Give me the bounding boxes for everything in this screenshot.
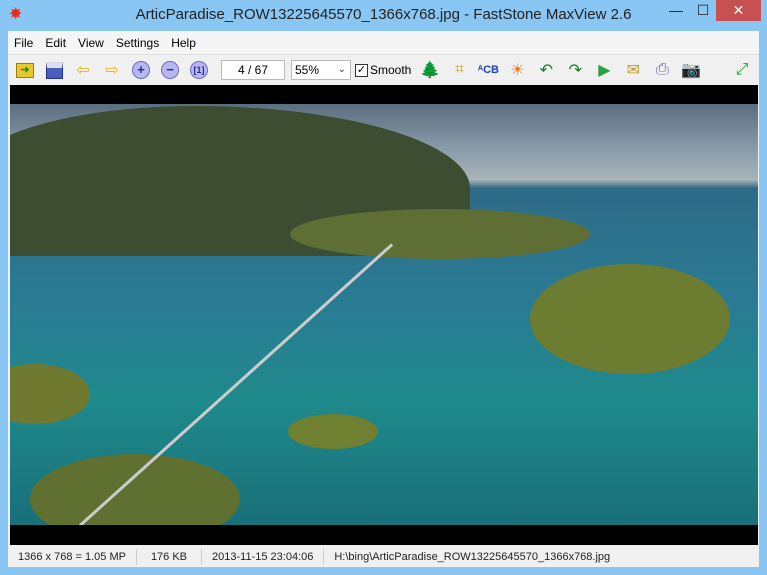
window-title: ArticParadise_ROW13225645570_1366x768.jp… (135, 6, 632, 23)
client-area: File Edit View Settings Help ➜ ⇦ ⇨ + − [… (8, 31, 759, 567)
crop-icon[interactable]: ⌗ (446, 58, 472, 82)
rotate-left-90-icon[interactable]: ↶ (533, 58, 559, 82)
status-dimensions: 1366 x 768 = 1.05 MP (8, 548, 137, 565)
next-arrow-icon[interactable]: ⇨ (99, 58, 125, 82)
chevron-down-icon: ⌄ (337, 64, 346, 75)
close-button[interactable]: ✕ (716, 0, 761, 21)
page-number-field[interactable]: 4 / 67 (221, 60, 285, 80)
island (30, 454, 240, 525)
status-bar: 1366 x 768 = 1.05 MP 176 KB 2013-11-15 2… (8, 546, 759, 567)
island (10, 364, 90, 424)
island (290, 209, 590, 259)
previous-arrow-icon[interactable]: ⇦ (70, 58, 96, 82)
menu-help[interactable]: Help (165, 36, 202, 50)
menu-settings[interactable]: Settings (110, 36, 165, 50)
zoom-value: 55% (295, 63, 320, 77)
menu-view[interactable]: View (72, 36, 110, 50)
slideshow-icon[interactable]: ▶ (591, 58, 617, 82)
toolbar: ➜ ⇦ ⇨ + − [1] 4 / 67 55% ⌄ ✓ Smooth 🌲 ⌗ ᴬC… (8, 56, 759, 84)
minimize-button[interactable]: — (663, 0, 689, 21)
title-bar: ✸ ArticParadise_ROW13225645570_1366x768.… (0, 0, 767, 30)
status-path: H:\bing\ArticParadise_ROW13225645570_136… (334, 550, 611, 563)
smooth-label: Smooth (370, 63, 412, 77)
actual-size-icon[interactable]: [1] (186, 58, 212, 82)
fullscreen-icon[interactable]: ⤢ (729, 58, 755, 82)
menu-edit[interactable]: Edit (39, 36, 72, 50)
zoom-out-icon[interactable]: − (157, 58, 183, 82)
island (530, 264, 730, 374)
rotate-right-90-icon[interactable]: ↷ (562, 58, 588, 82)
print-icon[interactable]: ⎙ (649, 58, 675, 82)
open-folder-icon[interactable]: ➜ (12, 58, 38, 82)
resize-icon[interactable]: 🌲 (417, 58, 443, 82)
email-icon[interactable]: ✉ (620, 58, 646, 82)
save-icon[interactable] (41, 58, 67, 82)
brightness-icon[interactable]: ☀ (504, 58, 530, 82)
image-viewer[interactable] (10, 85, 758, 545)
status-date: 2013-11-15 23:04:06 (202, 548, 325, 565)
zoom-select[interactable]: 55% ⌄ (291, 60, 351, 80)
smooth-checkbox[interactable]: ✓ Smooth (355, 63, 411, 77)
photo (10, 104, 758, 525)
island (288, 414, 378, 449)
text-icon[interactable]: ᴬCB (475, 58, 501, 82)
zoom-in-icon[interactable]: + (128, 58, 154, 82)
checkbox-check-icon: ✓ (355, 63, 368, 77)
menu-bar: File Edit View Settings Help (8, 31, 759, 55)
capture-icon[interactable]: 📷 (678, 58, 704, 82)
status-size: 176 KB (137, 548, 203, 565)
maximize-button[interactable]: ☐ (690, 0, 716, 21)
bridge (78, 243, 394, 525)
menu-file[interactable]: File (8, 36, 39, 50)
